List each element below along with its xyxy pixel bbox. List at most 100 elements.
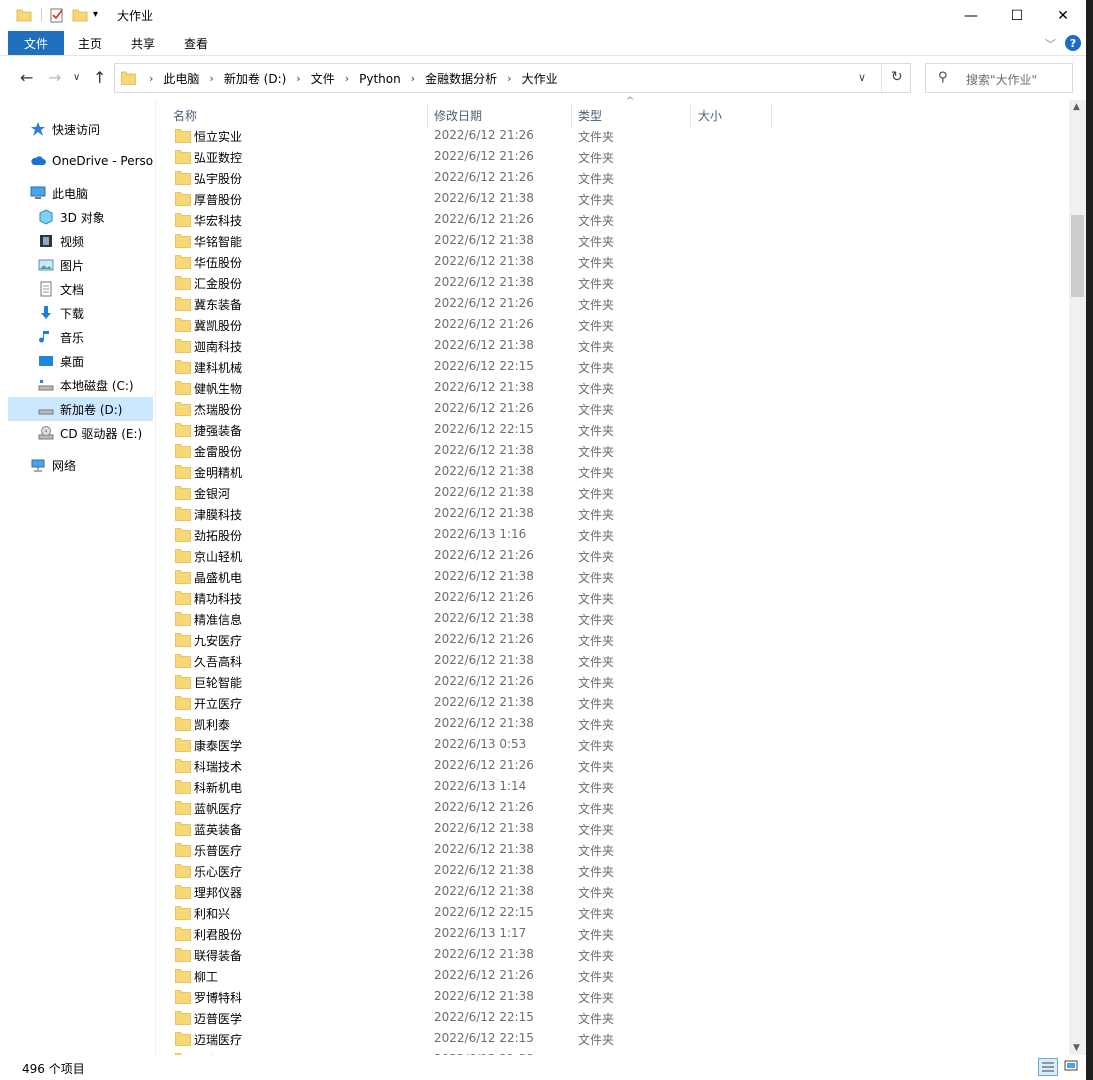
new-folder-icon[interactable] <box>72 7 88 23</box>
search-box[interactable]: ⚲ 搜索"大作业" <box>925 63 1073 93</box>
vertical-scrollbar[interactable]: ▲ ▼ <box>1069 100 1086 1055</box>
chevron-right-icon[interactable]: › <box>339 72 355 85</box>
file-row[interactable]: 弘宇股份 2022/6/12 21:26 文件夹 <box>165 168 1070 189</box>
up-arrow-icon[interactable]: ↑ <box>93 68 106 87</box>
help-icon[interactable]: ? <box>1065 35 1081 51</box>
file-row[interactable]: 华铭智能 2022/6/12 21:38 文件夹 <box>165 231 1070 252</box>
file-row[interactable]: 利和兴 2022/6/12 22:15 文件夹 <box>165 903 1070 924</box>
nav-item-drive-c[interactable]: 本地磁盘 (C:) <box>38 373 183 397</box>
file-row[interactable]: 利君股份 2022/6/13 1:17 文件夹 <box>165 924 1070 945</box>
file-row[interactable]: 金雷股份 2022/6/12 21:38 文件夹 <box>165 441 1070 462</box>
file-row[interactable]: 精功科技 2022/6/12 21:26 文件夹 <box>165 588 1070 609</box>
chevron-right-icon[interactable]: › <box>501 72 517 85</box>
column-divider[interactable] <box>427 103 428 127</box>
file-row[interactable]: 迈普医学 2022/6/12 22:15 文件夹 <box>165 1008 1070 1029</box>
breadcrumb-drive-d[interactable]: 新加卷 (D:) <box>220 70 290 87</box>
chevron-right-icon[interactable]: › <box>203 72 219 85</box>
recent-locations-icon[interactable]: ∨ <box>73 72 80 83</box>
file-row[interactable]: 厚普股份 2022/6/12 21:38 文件夹 <box>165 189 1070 210</box>
file-row[interactable]: 晶盛机电 2022/6/12 21:38 文件夹 <box>165 567 1070 588</box>
nav-item-videos[interactable]: 视频 <box>38 229 183 253</box>
column-divider[interactable] <box>571 103 572 127</box>
scrollbar-thumb[interactable] <box>1071 215 1084 297</box>
file-row[interactable]: 乐普医疗 2022/6/12 21:38 文件夹 <box>165 840 1070 861</box>
column-header-name[interactable]: 名称 <box>173 103 197 127</box>
file-row[interactable]: 京山轻机 2022/6/12 21:26 文件夹 <box>165 546 1070 567</box>
tab-view[interactable]: 查看 <box>184 31 208 55</box>
file-row[interactable]: 弘亚数控 2022/6/12 21:26 文件夹 <box>165 147 1070 168</box>
file-row[interactable]: 华伍股份 2022/6/12 21:38 文件夹 <box>165 252 1070 273</box>
file-row[interactable]: 冀东装备 2022/6/12 21:26 文件夹 <box>165 294 1070 315</box>
nav-item-this-pc[interactable]: 此电脑 <box>30 181 175 205</box>
address-bar[interactable]: › 此电脑 › 新加卷 (D:) › 文件 › Python › 金融数据分析 … <box>114 63 911 93</box>
file-row[interactable]: 蓝帆医疗 2022/6/12 21:26 文件夹 <box>165 798 1070 819</box>
file-row[interactable]: 健帆生物 2022/6/12 21:38 文件夹 <box>165 378 1070 399</box>
refresh-icon[interactable]: ↻ <box>891 69 903 85</box>
nav-item-3d-objects[interactable]: 3D 对象 <box>38 205 183 229</box>
file-row[interactable]: 捷强装备 2022/6/12 22:15 文件夹 <box>165 420 1070 441</box>
nav-item-drive-d[interactable]: 新加卷 (D:) <box>8 397 153 421</box>
file-row[interactable]: 康泰医学 2022/6/13 0:53 文件夹 <box>165 735 1070 756</box>
quick-access-dropdown-icon[interactable]: ▾ <box>93 9 109 25</box>
file-row[interactable]: 蓝英装备 2022/6/12 21:38 文件夹 <box>165 819 1070 840</box>
file-row[interactable]: 津膜科技 2022/6/12 21:38 文件夹 <box>165 504 1070 525</box>
file-row[interactable]: 杰瑞股份 2022/6/12 21:26 文件夹 <box>165 399 1070 420</box>
tab-file[interactable]: 文件 <box>8 31 64 55</box>
properties-icon[interactable] <box>49 7 65 23</box>
file-row[interactable]: 久吾高科 2022/6/12 21:38 文件夹 <box>165 651 1070 672</box>
nav-item-pictures[interactable]: 图片 <box>38 253 183 277</box>
file-row[interactable]: 劲拓股份 2022/6/13 1:16 文件夹 <box>165 525 1070 546</box>
nav-item-cd-drive[interactable]: CD 驱动器 (E:) <box>38 421 183 445</box>
column-header-size[interactable]: 大小 <box>698 103 722 127</box>
file-row[interactable]: 迦南科技 2022/6/12 21:38 文件夹 <box>165 336 1070 357</box>
file-row[interactable]: 理邦仪器 2022/6/12 21:38 文件夹 <box>165 882 1070 903</box>
large-icons-view-icon[interactable] <box>1062 1058 1082 1076</box>
minimize-button[interactable]: — <box>948 0 994 31</box>
nav-item-documents[interactable]: 文档 <box>38 277 183 301</box>
back-arrow-icon[interactable]: ← <box>20 68 33 87</box>
file-row[interactable]: 科新机电 2022/6/13 1:14 文件夹 <box>165 777 1070 798</box>
file-row[interactable]: 恒立实业 2022/6/12 21:26 文件夹 <box>165 126 1070 147</box>
file-row[interactable]: 联得装备 2022/6/12 21:38 文件夹 <box>165 945 1070 966</box>
nav-item-quick-access[interactable]: 快速访问 <box>30 117 175 141</box>
close-button[interactable]: ✕ <box>1040 0 1086 31</box>
tab-home[interactable]: 主页 <box>78 31 102 55</box>
column-divider[interactable] <box>690 103 691 127</box>
file-row[interactable]: 九安医疗 2022/6/12 21:26 文件夹 <box>165 630 1070 651</box>
scroll-up-icon[interactable]: ▲ <box>1073 102 1080 112</box>
maximize-button[interactable]: ☐ <box>994 0 1040 31</box>
chevron-right-icon[interactable]: › <box>143 72 159 85</box>
nav-item-downloads[interactable]: 下载 <box>38 301 183 325</box>
tab-share[interactable]: 共享 <box>131 31 155 55</box>
breadcrumb-python[interactable]: Python <box>355 72 405 86</box>
expand-ribbon-icon[interactable]: ﹀ <box>1045 36 1056 52</box>
file-row[interactable]: 巨轮智能 2022/6/12 21:26 文件夹 <box>165 672 1070 693</box>
pane-splitter[interactable] <box>155 100 156 1055</box>
file-row[interactable]: 金银河 2022/6/12 21:38 文件夹 <box>165 483 1070 504</box>
file-row[interactable]: 凯利泰 2022/6/12 21:38 文件夹 <box>165 714 1070 735</box>
nav-item-music[interactable]: 音乐 <box>38 325 183 349</box>
chevron-down-icon[interactable]: ∨ <box>858 71 866 84</box>
breadcrumb-this-pc[interactable]: 此电脑 <box>159 70 203 87</box>
column-header-date[interactable]: 修改日期 <box>434 103 482 127</box>
chevron-right-icon[interactable]: › <box>290 72 306 85</box>
search-input[interactable]: 搜索"大作业" <box>966 71 1037 88</box>
forward-arrow-icon[interactable]: → <box>48 68 61 87</box>
chevron-right-icon[interactable]: › <box>405 72 421 85</box>
file-row[interactable]: 迈瑞医疗 2022/6/12 22:15 文件夹 <box>165 1029 1070 1050</box>
column-header-type[interactable]: 类型 <box>578 103 602 127</box>
file-row[interactable]: 金明精机 2022/6/12 21:38 文件夹 <box>165 462 1070 483</box>
file-row[interactable]: 开立医疗 2022/6/12 21:38 文件夹 <box>165 693 1070 714</box>
nav-item-desktop[interactable]: 桌面 <box>38 349 183 373</box>
column-divider[interactable] <box>771 103 772 127</box>
breadcrumb-files[interactable]: 文件 <box>307 70 339 87</box>
file-row[interactable]: 汇金股份 2022/6/12 21:38 文件夹 <box>165 273 1070 294</box>
file-row[interactable]: 建科机械 2022/6/12 22:15 文件夹 <box>165 357 1070 378</box>
breadcrumb-assignment[interactable]: 大作业 <box>518 70 562 87</box>
file-row[interactable]: 乐心医疗 2022/6/12 21:38 文件夹 <box>165 861 1070 882</box>
file-row[interactable]: 罗博特科 2022/6/12 21:38 文件夹 <box>165 987 1070 1008</box>
file-row[interactable]: 柳工 2022/6/12 21:26 文件夹 <box>165 966 1070 987</box>
file-row[interactable]: 华宏科技 2022/6/12 21:26 文件夹 <box>165 210 1070 231</box>
breadcrumb-finance-analysis[interactable]: 金融数据分析 <box>421 70 501 87</box>
details-view-icon[interactable] <box>1038 1058 1058 1076</box>
